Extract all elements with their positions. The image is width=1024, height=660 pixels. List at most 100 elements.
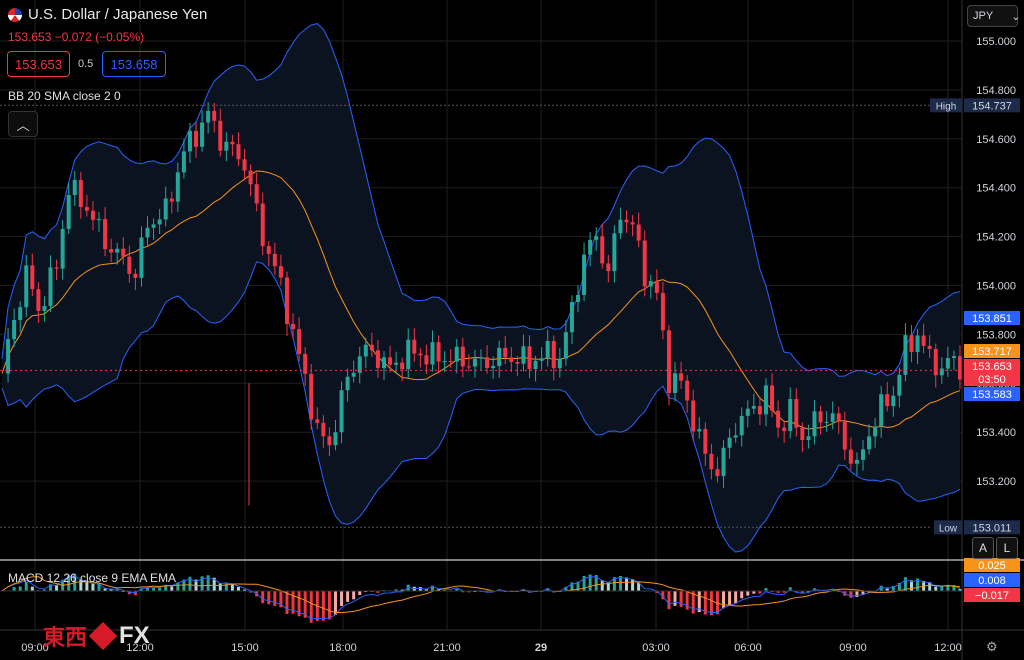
macd-hist-bar [734,591,738,604]
price-tick: 153.800 [976,329,1016,341]
candle-body [666,330,671,393]
candle-body [272,253,277,267]
candle-body [788,399,793,431]
candle-body [715,469,720,477]
candle-body [873,426,878,437]
candle-body [654,281,659,293]
candle-body [369,344,374,351]
price-tick: 153.200 [976,476,1016,488]
macd-hist-bar [352,591,356,600]
candle-body [539,358,544,361]
candle-body [375,350,380,369]
candle-body [648,281,653,287]
candle-body [830,413,835,422]
candle-body [745,408,750,416]
candle-body [860,449,865,460]
high-value: 154.737 [972,100,1012,112]
candle-body [509,357,514,362]
macd-badge-text: 0.025 [978,560,1006,572]
price-chart[interactable]: 155.000 154.800 154.600 154.400 154.200 154.0… [0,0,1024,660]
candle-body [545,340,550,359]
candle-body [660,292,665,331]
candle-body [879,394,884,427]
candle-body [351,372,356,377]
change-value: −0.072 [54,30,92,44]
candle-body [315,419,320,423]
candle-body [709,453,714,470]
candle-body [169,198,174,202]
candle-body [333,432,338,446]
bb-indicator-label[interactable]: BB 20 SMA close 2 0 [8,89,121,103]
sell-button[interactable]: 153.653 [7,51,70,77]
price-tick: 153.400 [976,427,1016,439]
candle-body [181,151,186,173]
time-tick: 29 [535,642,547,654]
candle-body [84,207,89,211]
candle-body [751,406,756,409]
candle-body [521,346,526,364]
candle-body [388,357,393,365]
candle-body [66,194,71,229]
buy-button[interactable]: 153.658 [102,51,166,77]
low-label: Low [939,523,958,534]
macd-hist-bar [218,583,222,591]
time-tick: 21:00 [433,642,461,654]
candle-body [345,376,350,391]
candle-body [848,449,853,464]
candle-body [721,447,726,477]
macd-hist-bar [55,585,59,591]
candle-body [260,203,265,247]
log-scale-button[interactable]: L [996,537,1018,559]
candle-body [145,227,150,238]
macd-indicator-label[interactable]: MACD 12 26 close 9 EMA EMA [8,571,176,585]
candle-body [818,411,823,423]
broker-watermark: 東西 FX [43,620,150,652]
candle-body [612,233,617,272]
candle-body [97,219,102,221]
candle-body [121,248,126,257]
candle-body [127,256,132,274]
time-tick: 15:00 [231,642,259,654]
macd-hist-bar [340,591,344,606]
high-label: High [936,101,957,112]
candle-body [48,267,53,307]
candle-body [460,346,465,367]
candle-body [430,342,435,365]
macd-hist-bar [261,591,265,604]
collapse-indicators-button[interactable]: ︿ [8,111,38,137]
currency-selector[interactable]: JPY ⌄ [967,5,1020,27]
candle-body [291,323,296,330]
candle-body [909,335,914,353]
price-badge-text: 153.851 [972,313,1012,325]
candle-body [673,373,678,393]
candle-body [418,353,423,356]
candle-body [30,265,35,290]
macd-hist-bar [236,587,240,591]
macd-hist-bar [685,591,689,610]
candle-body [885,394,890,407]
macd-hist-bar [12,587,16,591]
candle-body [278,266,283,278]
candle-body [727,437,732,448]
candle-body [921,335,926,346]
candle-body [194,130,199,147]
candle-body [72,179,77,195]
macd-hist-bar [18,586,22,591]
time-tick: 09:00 [839,642,867,654]
settings-gear-icon[interactable]: ⚙ [986,639,998,655]
candle-body [812,411,817,437]
candle-body [206,111,211,123]
currency-label: JPY [973,10,994,22]
candle-body [218,120,223,151]
candle-body [606,263,611,272]
price-badge-text: 153.653 [972,361,1012,373]
candle-body [927,345,932,349]
candle-body [782,427,787,431]
candle-body [763,385,768,415]
watermark-jp: 東西 [43,625,88,650]
price-tick: 154.600 [976,134,1016,146]
candle-body [297,329,302,354]
macd-hist-bar [224,582,228,591]
auto-scale-button[interactable]: A [972,537,994,559]
candle-body [54,267,59,269]
